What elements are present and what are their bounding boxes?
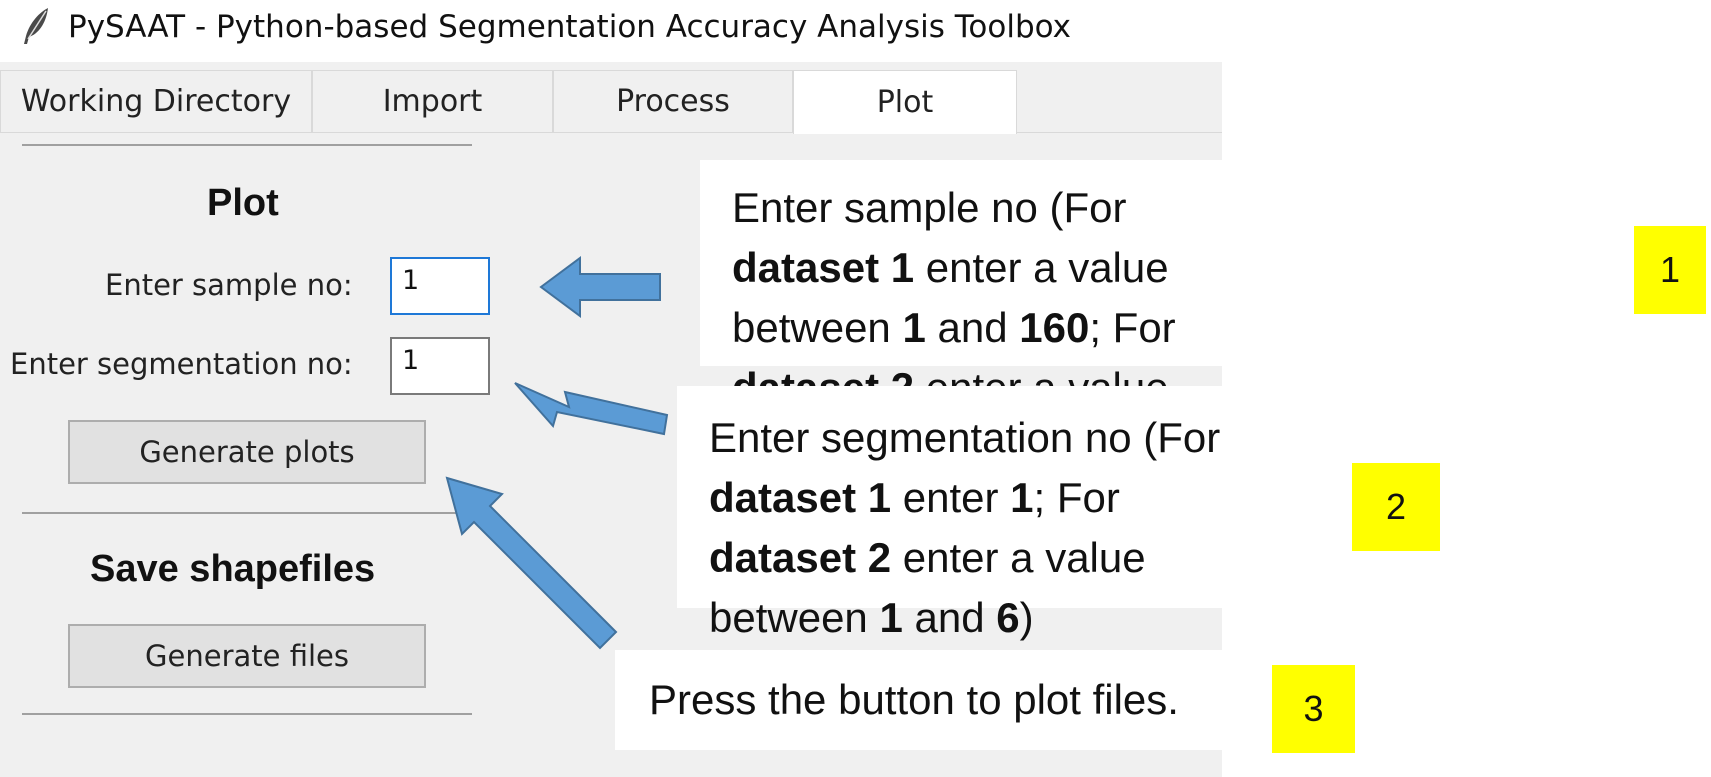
arrow-segmentation xyxy=(514,382,669,436)
arrow-generate-plots xyxy=(445,476,618,650)
arrow-sample xyxy=(539,256,661,318)
tab-plot[interactable]: Plot xyxy=(793,70,1017,134)
